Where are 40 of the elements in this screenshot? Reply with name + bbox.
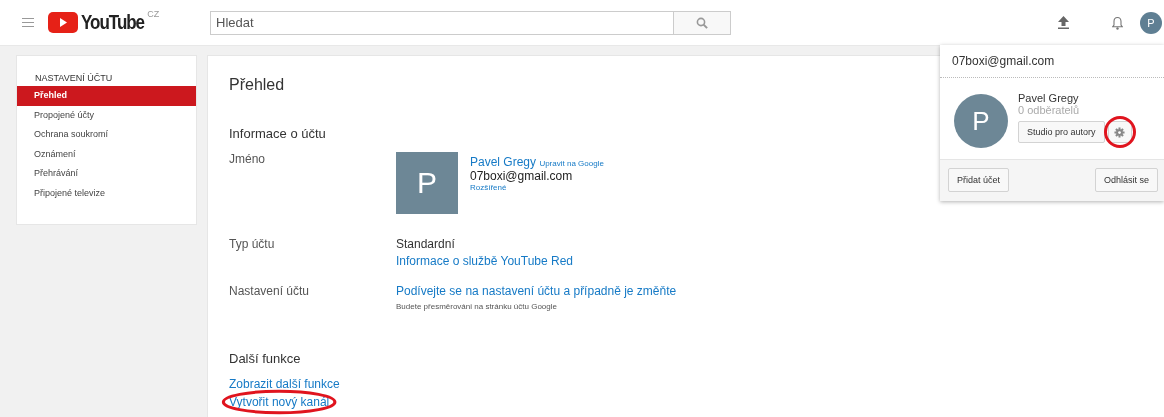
redirect-note: Budete přesměrováni na stránku účtu Google xyxy=(396,302,557,311)
settings-icon xyxy=(1114,126,1126,138)
field-label: Typ účtu xyxy=(229,237,276,253)
sidebar-item[interactable]: Ochrana soukromí xyxy=(17,125,196,145)
sidebar-item[interactable]: Přehrávání xyxy=(17,164,196,184)
search-field[interactable]: Hledat xyxy=(210,10,673,35)
add-account-button[interactable]: Přidat účet xyxy=(948,168,1010,192)
service-info-link[interactable]: Informace o službě YouTube Red xyxy=(396,254,573,268)
youtube-wordmark[interactable]: YouTube xyxy=(81,11,145,34)
account-settings-link[interactable]: Podívejte se na nastavení účtu a případně je změňte xyxy=(396,284,677,298)
field-value: Standardní xyxy=(396,237,455,251)
sidebar-item[interactable]: Přehled xyxy=(17,86,196,106)
page-title: Přehled xyxy=(229,76,286,94)
field-label: Jméno xyxy=(229,152,267,168)
avatar: P xyxy=(954,94,1008,148)
account-email: 07boxi@gmail.com xyxy=(940,45,1164,78)
avatar: P xyxy=(396,152,458,214)
sidebar-item[interactable]: Připojené televize xyxy=(17,183,196,203)
avatar-button[interactable]: P xyxy=(1140,11,1162,34)
bell-icon[interactable] xyxy=(1112,15,1123,30)
youtube-logo-icon[interactable] xyxy=(48,12,78,33)
account-name: Pavel Gregy xyxy=(1018,92,1079,104)
sign-out-button[interactable]: Odhlásit se xyxy=(1094,168,1158,192)
section-heading: Další funkce xyxy=(229,351,301,366)
advanced-link[interactable]: Rozšířené xyxy=(470,183,507,192)
name-link[interactable]: Pavel Gregy xyxy=(470,155,537,169)
search-icon xyxy=(696,16,708,29)
sidebar-item[interactable]: Oznámení xyxy=(17,144,196,164)
edit-link[interactable]: Upravit na Google xyxy=(539,159,604,168)
sidebar-heading: NASTAVENÍ ÚČTU xyxy=(34,73,114,83)
region-label: CZ xyxy=(147,9,160,19)
menu-icon[interactable] xyxy=(22,18,34,27)
upload-icon[interactable] xyxy=(1058,16,1069,29)
email-text: 07boxi@gmail.com xyxy=(470,169,573,183)
sidebar-item[interactable]: Propojené účty xyxy=(17,105,196,125)
field-label: Nastavení účtu xyxy=(229,284,311,300)
studio-button[interactable]: Studio pro autory xyxy=(1018,121,1105,143)
feature-link[interactable]: Zobrazit další funkce xyxy=(229,377,340,391)
section-heading: Informace o účtu xyxy=(229,126,326,141)
subscriber-count: 0 odběratelů xyxy=(1018,104,1080,116)
